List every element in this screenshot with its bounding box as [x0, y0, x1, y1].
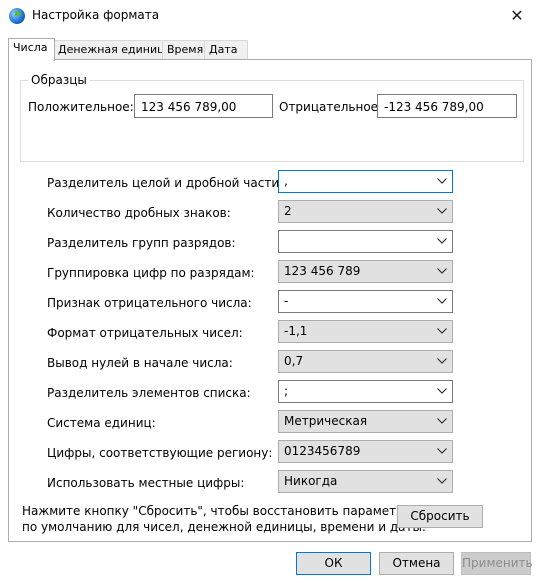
native-digits-value: 0123456789: [284, 444, 361, 458]
chevron-down-icon[interactable]: [436, 351, 448, 372]
negative-format-value: -1,1: [284, 324, 308, 338]
negative-sign-combo[interactable]: -: [278, 290, 453, 313]
negative-sample-field[interactable]: -123 456 789,00: [377, 94, 517, 118]
negative-format-label: Формат отрицательных чисел:: [47, 326, 243, 340]
ok-button[interactable]: ОК: [296, 552, 371, 575]
negative-format-combo[interactable]: -1,1: [278, 320, 453, 343]
list-separator-label: Разделитель элементов списка:: [47, 386, 251, 400]
apply-button[interactable]: Применить: [461, 552, 533, 575]
chevron-down-icon[interactable]: [436, 291, 448, 312]
digit-grouping-combo[interactable]: 123 456 789: [278, 260, 453, 283]
chevron-down-icon[interactable]: [436, 471, 448, 492]
tab-currency[interactable]: Денежная единица: [53, 40, 171, 60]
digit-substitution-label: Использовать местные цифры:: [47, 476, 245, 490]
measurement-system-label: Система единиц:: [47, 416, 156, 430]
positive-sample-label: Положительное:: [28, 100, 134, 114]
list-separator-combo[interactable]: ;: [278, 380, 453, 403]
list-separator-value: ;: [284, 384, 289, 398]
positive-sample-field[interactable]: 123 456 789,00: [134, 94, 273, 118]
chevron-down-icon[interactable]: [436, 441, 448, 462]
chevron-down-icon[interactable]: [436, 321, 448, 342]
reset-note: Нажмите кнопку "Сбросить", чтобы восстан…: [22, 503, 426, 535]
decimal-digits-combo[interactable]: 2: [278, 200, 453, 223]
chevron-down-icon[interactable]: [436, 411, 448, 432]
chevron-down-icon[interactable]: [436, 171, 448, 192]
native-digits-label: Цифры, соответствующие региону:: [47, 446, 273, 460]
reset-button[interactable]: Сбросить: [397, 505, 483, 528]
reset-note-line-1: Нажмите кнопку "Сбросить", чтобы восстан…: [22, 504, 414, 518]
decimal-digits-label: Количество дробных знаков:: [47, 206, 231, 220]
measurement-system-combo[interactable]: Метрическая: [278, 410, 453, 433]
group-separator-label: Разделитель групп разрядов:: [47, 236, 236, 250]
globe-icon: [9, 8, 25, 24]
decimal-separator-value: ,: [284, 174, 288, 188]
group-separator-combo[interactable]: [278, 230, 453, 253]
chevron-down-icon[interactable]: [436, 381, 448, 402]
digit-substitution-combo[interactable]: Никогда: [278, 470, 453, 493]
title-bar: Настройка формата ✕: [0, 0, 540, 32]
digit-grouping-label: Группировка цифр по разрядам:: [47, 266, 255, 280]
negative-sample-label: Отрицательное:: [279, 100, 383, 114]
cancel-button[interactable]: Отмена: [379, 552, 454, 575]
leading-zeros-value: 0,7: [284, 354, 304, 368]
digit-grouping-value: 123 456 789: [284, 264, 361, 278]
tab-date[interactable]: Дата: [204, 40, 248, 60]
native-digits-combo[interactable]: 0123456789: [278, 440, 453, 463]
window-title: Настройка формата: [32, 8, 160, 22]
tab-numbers[interactable]: Числа: [8, 38, 55, 61]
chevron-down-icon[interactable]: [436, 201, 448, 222]
reset-note-line-2: по умолчанию для чисел, денежной единицы…: [22, 520, 426, 534]
samples-group-title: Образцы: [28, 73, 90, 87]
tab-time[interactable]: Время: [162, 40, 210, 60]
decimal-separator-label: Разделитель целой и дробной части:: [47, 176, 284, 190]
negative-sign-value: -: [284, 294, 289, 308]
leading-zeros-label: Вывод нулей в начале числа:: [47, 356, 233, 370]
decimal-separator-combo[interactable]: ,: [278, 170, 453, 193]
negative-sign-label: Признак отрицательного числа:: [47, 296, 252, 310]
decimal-digits-value: 2: [284, 204, 292, 218]
chevron-down-icon[interactable]: [436, 231, 448, 252]
chevron-down-icon[interactable]: [436, 261, 448, 282]
close-button[interactable]: ✕: [494, 0, 540, 32]
measurement-system-value: Метрическая: [284, 414, 368, 428]
leading-zeros-combo[interactable]: 0,7: [278, 350, 453, 373]
samples-group: [20, 80, 524, 162]
digit-substitution-value: Никогда: [284, 474, 338, 488]
